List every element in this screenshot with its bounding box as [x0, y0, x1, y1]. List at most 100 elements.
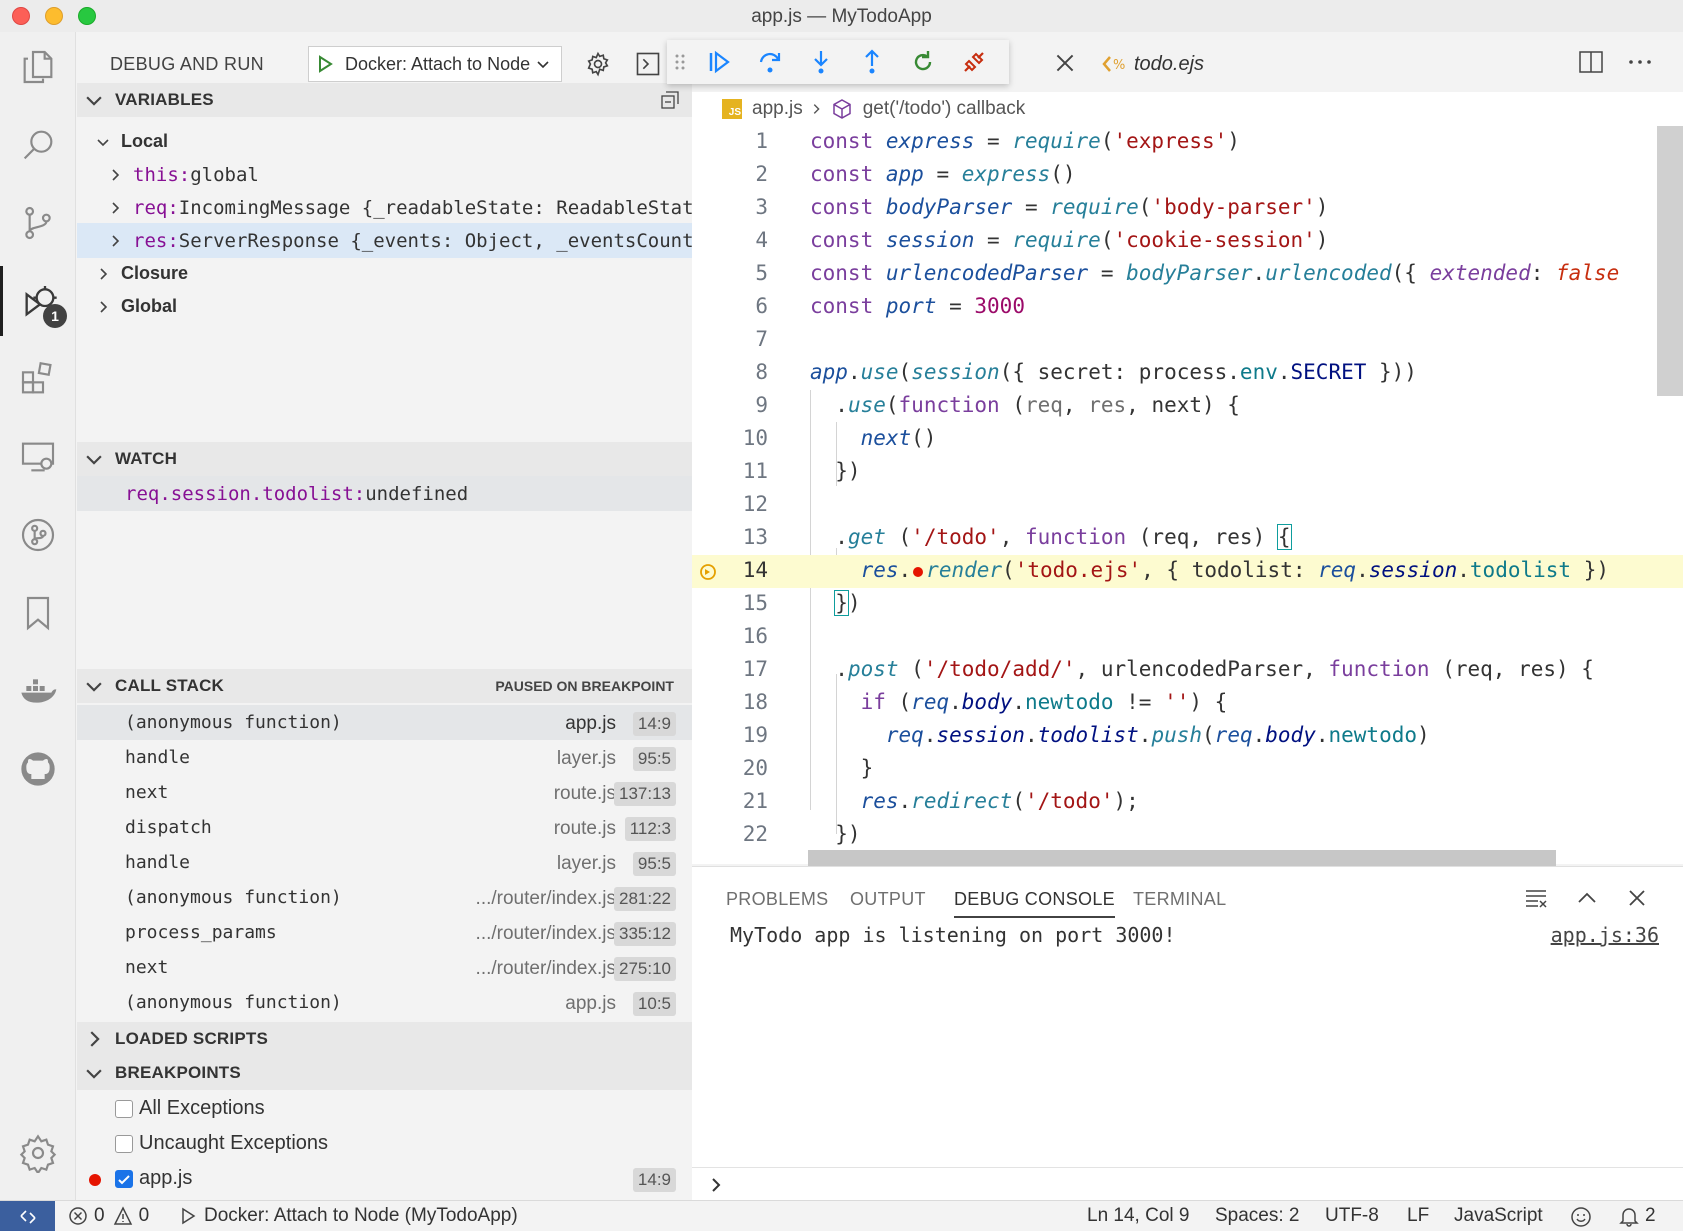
- variable-req[interactable]: req: IncomingMessage {_readableState: Re…: [77, 190, 692, 225]
- docker-icon[interactable]: [0, 656, 76, 726]
- frame-file: app.js: [565, 713, 616, 734]
- restart-button[interactable]: [897, 42, 948, 82]
- disconnect-button[interactable]: [948, 42, 999, 82]
- more-actions-icon[interactable]: [1627, 50, 1653, 74]
- loaded-scripts-section-header[interactable]: LOADED SCRIPTS: [77, 1022, 692, 1056]
- debug-console-icon[interactable]: [634, 50, 662, 78]
- source-control-icon[interactable]: [0, 188, 76, 258]
- chevron-right-icon: [100, 300, 108, 313]
- close-panel-icon[interactable]: [1626, 887, 1648, 909]
- breakpoint-position: 14:9: [632, 1168, 676, 1192]
- open-launch-json-gear-icon[interactable]: [584, 50, 612, 78]
- sidebar-header: DEBUG AND RUN Docker: Attach to Node: [77, 46, 692, 86]
- code-line: 11 }): [692, 456, 1683, 489]
- search-icon[interactable]: [0, 110, 76, 180]
- callstack-frame[interactable]: next .../router/index.js 275:10: [77, 950, 692, 985]
- scope-local[interactable]: Local: [77, 124, 692, 159]
- scope-closure[interactable]: Closure: [77, 256, 692, 291]
- debug-badge: 1: [43, 304, 67, 328]
- line-number: 21: [742, 789, 768, 813]
- tab-label: todo.ejs: [1134, 52, 1205, 75]
- feedback-smiley-icon[interactable]: [1570, 1206, 1592, 1228]
- callstack-frame[interactable]: next route.js 137:13: [77, 775, 692, 810]
- breakpoint-app-js[interactable]: app.js 14:9: [77, 1162, 692, 1197]
- callstack-frame[interactable]: (anonymous function) app.js 10:5: [77, 985, 692, 1020]
- debug-config-label: Docker: Attach to Node (MyTodoApp): [204, 1205, 518, 1226]
- step-into-button[interactable]: [795, 42, 846, 82]
- breadcrumb-symbol[interactable]: get('/todo') callback: [863, 98, 1026, 120]
- language-mode[interactable]: JavaScript: [1454, 1205, 1543, 1227]
- debug-sidebar: DEBUG AND RUN Docker: Attach to Node VAR…: [77, 32, 692, 1200]
- scope-global[interactable]: Global: [77, 289, 692, 324]
- clear-console-icon[interactable]: [1524, 887, 1548, 909]
- frame-function: (anonymous function): [125, 712, 342, 733]
- launch-config-select[interactable]: Docker: Attach to Node: [308, 46, 562, 82]
- frame-file: .../router/index.js: [475, 888, 616, 909]
- maximize-panel-chevron-up-icon[interactable]: [1576, 887, 1598, 909]
- activity-bar: 1: [0, 32, 76, 1200]
- line-number: 11: [742, 459, 768, 483]
- problems-indicator[interactable]: 0 0: [68, 1205, 149, 1227]
- breakpoint-checkbox[interactable]: [115, 1100, 133, 1118]
- tab-problems[interactable]: PROBLEMS: [726, 889, 828, 910]
- drag-handle-icon[interactable]: [667, 42, 693, 82]
- cursor-position[interactable]: Ln 14, Col 9: [1087, 1205, 1189, 1227]
- callstack-section-header[interactable]: CALL STACK PAUSED ON BREAKPOINT: [77, 669, 692, 703]
- breakpoint-checkbox[interactable]: [115, 1170, 133, 1188]
- variable-res[interactable]: res: ServerResponse {_events: Object, _e…: [77, 223, 692, 258]
- tab-terminal[interactable]: TERMINAL: [1133, 889, 1226, 910]
- step-out-button[interactable]: [846, 42, 897, 82]
- close-tab-icon[interactable]: [1052, 50, 1078, 76]
- watch-expression[interactable]: req.session.todolist: undefined: [77, 476, 692, 511]
- callstack-frame[interactable]: (anonymous function) app.js 14:9: [77, 705, 692, 740]
- console-source-link[interactable]: app.js:36: [1551, 923, 1659, 947]
- git-graph-icon[interactable]: [0, 500, 76, 570]
- bookmarks-icon[interactable]: [0, 578, 76, 648]
- callstack-frame[interactable]: dispatch route.js 112:3: [77, 810, 692, 845]
- start-debugging-icon[interactable]: [315, 54, 335, 74]
- window-title: app.js — MyTodoApp: [751, 6, 932, 27]
- split-editor-icon[interactable]: [1578, 50, 1604, 74]
- line-number: 2: [755, 162, 768, 186]
- frame-file: .../router/index.js: [475, 958, 616, 979]
- indentation[interactable]: Spaces: 2: [1215, 1205, 1300, 1227]
- callstack-frame[interactable]: process_params .../router/index.js 335:12: [77, 915, 692, 950]
- console-input[interactable]: [692, 1167, 1683, 1201]
- breadcrumb-file[interactable]: app.js: [752, 98, 803, 120]
- editor-horizontal-scrollbar[interactable]: [808, 850, 1556, 866]
- variables-section-header[interactable]: VARIABLES: [77, 83, 692, 117]
- callstack-frame[interactable]: handle layer.js 95:5: [77, 740, 692, 775]
- console-output-line: MyTodo app is listening on port 3000!: [730, 923, 1176, 947]
- callstack-frame[interactable]: (anonymous function) .../router/index.js 2…: [77, 880, 692, 915]
- editor-vertical-scrollbar[interactable]: [1657, 126, 1683, 396]
- github-icon[interactable]: [0, 734, 76, 804]
- inline-breakpoint-icon[interactable]: [913, 567, 924, 577]
- encoding[interactable]: UTF-8: [1325, 1205, 1379, 1227]
- line-number: 7: [755, 327, 768, 351]
- step-over-button[interactable]: [744, 42, 795, 82]
- variable-this[interactable]: this: global: [77, 157, 692, 192]
- remote-explorer-icon[interactable]: [0, 422, 76, 492]
- run-debug-icon[interactable]: 1: [0, 266, 76, 336]
- continue-button[interactable]: [693, 42, 744, 82]
- line-number: 20: [742, 756, 768, 780]
- tab-output[interactable]: OUTPUT: [850, 889, 926, 910]
- line-ending[interactable]: LF: [1407, 1205, 1429, 1227]
- code-editor[interactable]: 1 const express = require('express') 2 con…: [692, 126, 1683, 864]
- tab-debug-console[interactable]: DEBUG CONSOLE: [954, 889, 1115, 918]
- explorer-icon[interactable]: [0, 32, 76, 102]
- notifications-indicator[interactable]: 2: [1619, 1205, 1656, 1227]
- watch-section-header[interactable]: WATCH: [77, 442, 692, 476]
- breakpoints-section-header[interactable]: BREAKPOINTS: [77, 1056, 692, 1090]
- tab-todo-ejs[interactable]: % todo.ejs: [1102, 44, 1204, 84]
- collapse-all-icon[interactable]: [660, 90, 680, 110]
- callstack-status: PAUSED ON BREAKPOINT: [495, 678, 674, 694]
- breakpoint-uncaught-exceptions[interactable]: Uncaught Exceptions: [77, 1127, 692, 1162]
- remote-indicator-button[interactable]: [0, 1201, 55, 1231]
- breakpoint-checkbox[interactable]: [115, 1135, 133, 1153]
- extensions-icon[interactable]: [0, 344, 76, 414]
- callstack-frame[interactable]: handle layer.js 95:5: [77, 845, 692, 880]
- breakpoint-all-exceptions[interactable]: All Exceptions: [77, 1092, 692, 1127]
- debug-config-status[interactable]: Docker: Attach to Node (MyTodoApp): [180, 1205, 518, 1227]
- settings-gear-icon[interactable]: [0, 1118, 76, 1188]
